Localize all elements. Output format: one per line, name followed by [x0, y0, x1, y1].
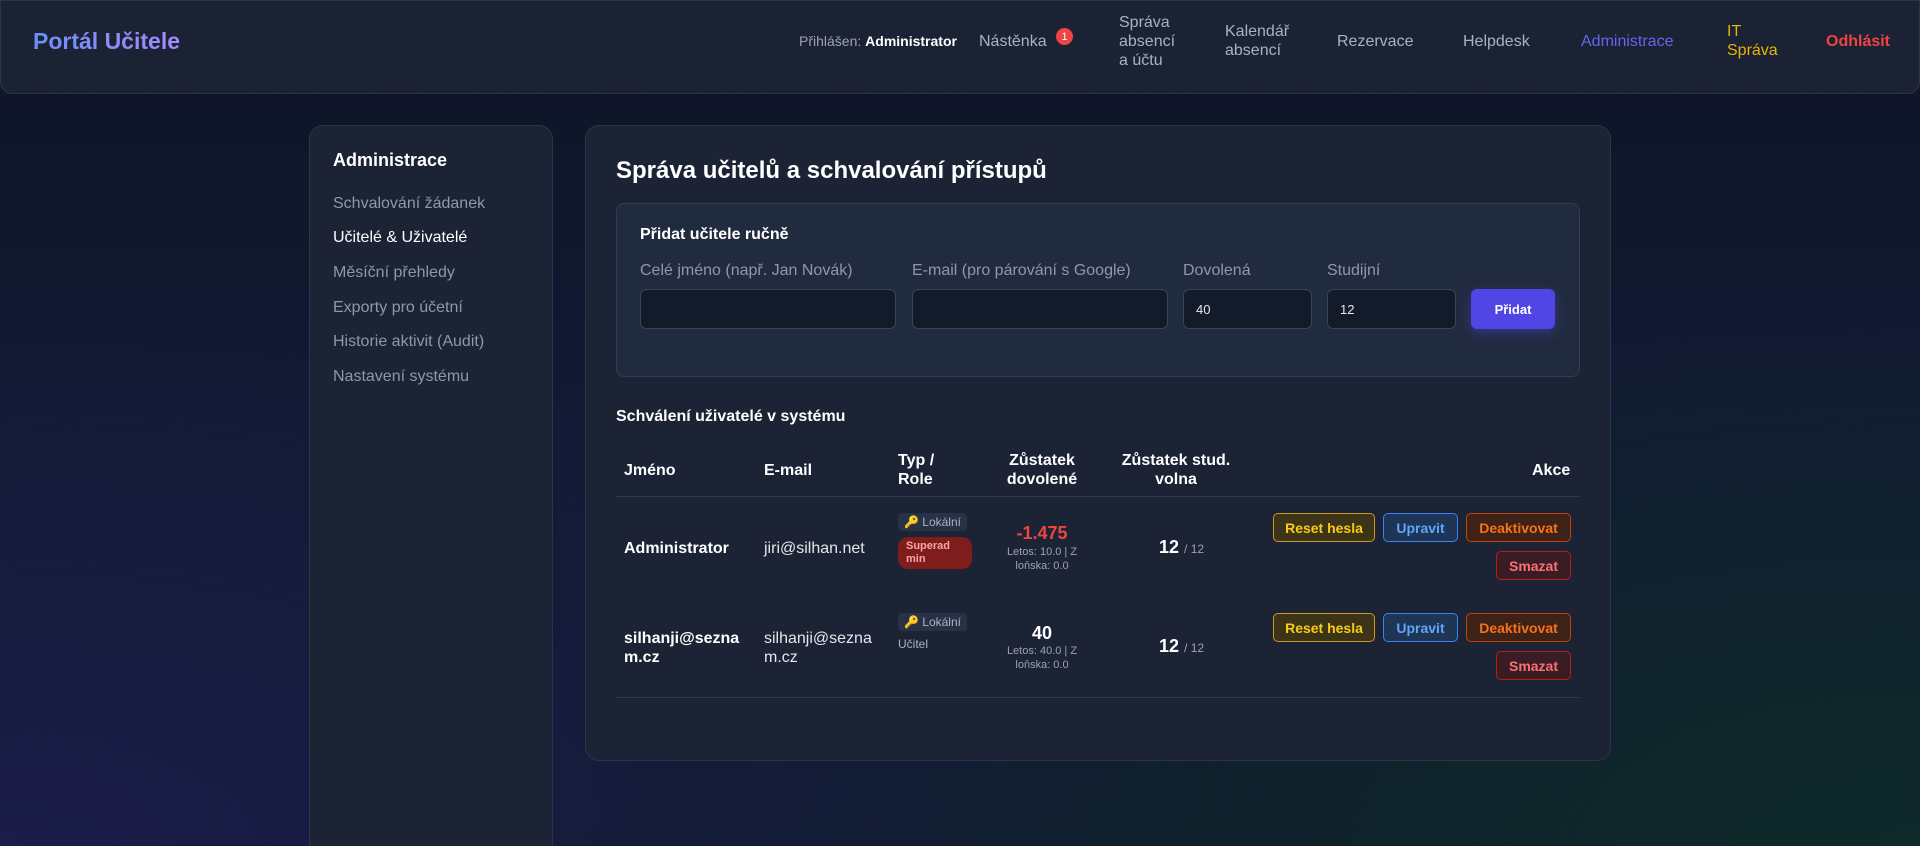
nav-absence-line2: absencí: [1119, 33, 1176, 50]
row-vacation-detail: Letos: 40.0 | Z loňska: 0.0: [992, 644, 1092, 672]
sidebar-item-audit[interactable]: Historie aktivit (Audit): [333, 333, 484, 351]
row-role-line1: Superad: [906, 540, 951, 552]
nav-helpdesk[interactable]: Helpdesk: [1463, 32, 1530, 51]
row-email: jiri@silhan.net: [764, 540, 865, 557]
col-study-line1: Zůstatek stud.: [1121, 452, 1231, 469]
email-field[interactable]: [912, 289, 1168, 329]
delete-button[interactable]: Smazat: [1496, 551, 1571, 580]
vacation-field[interactable]: [1183, 289, 1312, 329]
add-form-title: Přidat učitele ručně: [640, 226, 789, 243]
users-section-title: Schválení uživatelé v systému: [616, 408, 846, 425]
sidebar-item-requests[interactable]: Schvalování žádanek: [333, 195, 485, 213]
login-user: Administrator: [865, 33, 957, 49]
nav-dashboard[interactable]: Nástěnka: [979, 32, 1047, 51]
row-role: Učitel: [898, 637, 929, 651]
edit-button[interactable]: Upravit: [1383, 513, 1458, 542]
row-vacation-balance: 40: [1031, 623, 1053, 643]
row-email-line1: silhanji@sezna: [764, 630, 872, 647]
row-vacation-detail-line2: loňska: 0.0: [1015, 659, 1069, 671]
nav-calendar-line1: Kalendář: [1225, 23, 1290, 40]
row-type-tag: 🔑 Lokální: [898, 613, 967, 631]
nav-absence-management[interactable]: Správa absencí a účtu: [1119, 13, 1175, 70]
name-field-label: Celé jméno (např. Jan Novák): [640, 262, 853, 279]
study-field-label: Studijní: [1327, 262, 1381, 279]
vacation-field-label: Dovolená: [1183, 262, 1251, 279]
logged-in-label: Přihlášen: Administrator: [799, 32, 957, 51]
nav-absence-line3: a účtu: [1119, 52, 1163, 69]
reset-password-button[interactable]: Reset hesla: [1273, 613, 1375, 642]
col-type-line2: Role: [898, 471, 933, 488]
row-vacation-detail: Letos: 10.0 | Z loňska: 0.0: [992, 545, 1092, 573]
col-vacation-line2: dovolené: [1006, 471, 1078, 488]
name-field[interactable]: [640, 289, 896, 329]
page-title: Správa učitelů a schvalování přístupů: [616, 157, 1047, 184]
nav-it-management[interactable]: IT Správa: [1727, 22, 1778, 60]
admin-sidebar: Administrace Schvalování žádanek Učitelé…: [309, 125, 553, 846]
table-bottom-divider: [616, 697, 1580, 698]
row-study-total: / 12: [1184, 641, 1205, 655]
table-divider: [616, 496, 1580, 497]
row-vacation-balance: -1.475: [1016, 523, 1068, 543]
nav-it-line1: IT: [1727, 23, 1742, 40]
row-name-line2: m.cz: [624, 649, 660, 666]
nav-it-line2: Správa: [1727, 42, 1778, 59]
row-study-balance: 12 / 12: [1159, 537, 1204, 558]
nav-administration[interactable]: Administrace: [1581, 32, 1673, 51]
app-logo[interactable]: Portál Učitele: [33, 28, 180, 55]
login-label-text: Přihlášen:: [799, 33, 862, 49]
sidebar-item-exports[interactable]: Exporty pro účetní: [333, 299, 463, 317]
add-teacher-button[interactable]: Přidat: [1471, 289, 1555, 329]
col-type: Typ / Role: [898, 451, 934, 489]
nav-absence-line1: Správa: [1119, 14, 1170, 31]
row-name-line1: silhanji@sezna: [624, 630, 740, 647]
col-vacation-line1: Zůstatek: [1009, 452, 1075, 469]
row-email-line2: m.cz: [764, 649, 798, 666]
row-study-total: / 12: [1184, 542, 1205, 556]
nav-calendar-line2: absencí: [1225, 42, 1282, 59]
nav-absence-calendar[interactable]: Kalendář absencí: [1225, 22, 1289, 60]
study-field[interactable]: [1327, 289, 1456, 329]
sidebar-title: Administrace: [333, 150, 448, 170]
main-panel: Správa učitelů a schvalování přístupů Př…: [585, 125, 1611, 761]
col-name: Jméno: [624, 462, 676, 479]
reset-password-button[interactable]: Reset hesla: [1273, 513, 1375, 542]
col-type-line1: Typ /: [898, 452, 935, 469]
col-study: Zůstatek stud. volna: [1116, 451, 1236, 489]
col-vacation: Zůstatek dovolené: [992, 451, 1092, 489]
col-study-line2: volna: [1155, 471, 1197, 488]
row-study-balance: 12 / 12: [1159, 636, 1204, 657]
deactivate-button[interactable]: Deaktivovat: [1466, 613, 1571, 642]
row-vacation-detail-line2: loňska: 0.0: [1015, 560, 1069, 572]
row-vacation-detail-line1: Letos: 10.0 | Z: [1006, 546, 1078, 558]
sidebar-item-settings[interactable]: Nastavení systému: [333, 368, 469, 386]
row-role-line2: min: [906, 553, 926, 565]
col-actions: Akce: [1532, 462, 1571, 479]
logout-link[interactable]: Odhlásit: [1826, 32, 1890, 51]
row-study-value: 12: [1159, 537, 1180, 557]
add-teacher-form: Přidat učitele ručně Celé jméno (např. J…: [616, 203, 1580, 377]
row-role-badge: Superad min: [898, 537, 972, 569]
nav-reservations[interactable]: Rezervace: [1337, 32, 1413, 51]
row-name: Administrator: [624, 540, 729, 557]
row-study-value: 12: [1159, 636, 1180, 656]
sidebar-item-monthly[interactable]: Měsíční přehledy: [333, 264, 455, 282]
deactivate-button[interactable]: Deaktivovat: [1466, 513, 1571, 542]
edit-button[interactable]: Upravit: [1383, 613, 1458, 642]
row-name: silhanji@sezna m.cz: [624, 629, 739, 667]
delete-button[interactable]: Smazat: [1496, 651, 1571, 680]
row-type-tag: 🔑 Lokální: [898, 513, 967, 531]
sidebar-item-users[interactable]: Učitelé & Uživatelé: [333, 229, 467, 247]
row-vacation-detail-line1: Letos: 40.0 | Z: [1006, 645, 1078, 657]
email-field-label: E-mail (pro párování s Google): [912, 262, 1131, 279]
top-header: Portál Učitele Přihlášen: Administrator …: [0, 0, 1920, 94]
col-email: E-mail: [764, 462, 813, 479]
notification-badge: 1: [1056, 28, 1073, 45]
row-email: silhanji@sezna m.cz: [764, 629, 872, 667]
